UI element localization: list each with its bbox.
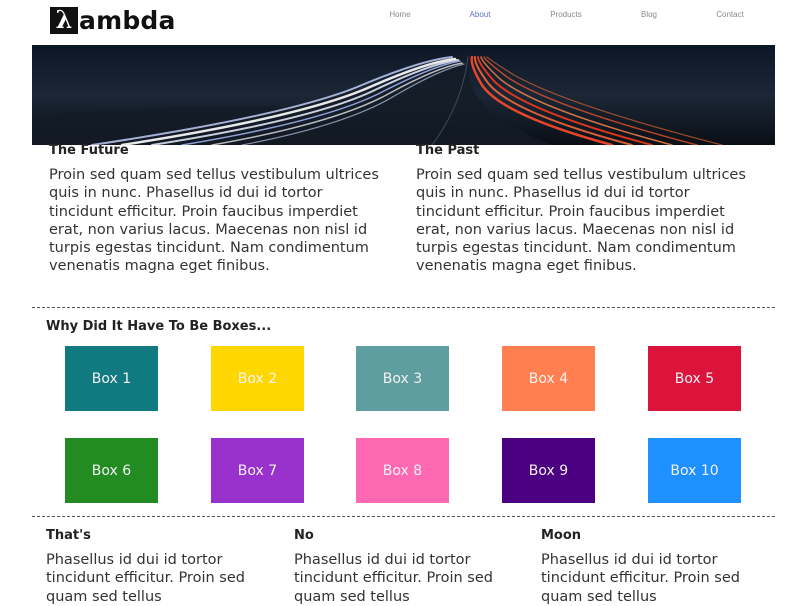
section-divider — [32, 307, 775, 308]
nav-link-products[interactable]: Products — [550, 10, 582, 19]
nav-link-about[interactable]: About — [470, 10, 491, 19]
site-header: λ ambda Home About Products Blog Contact — [0, 0, 800, 44]
nav-link-contact[interactable]: Contact — [716, 10, 744, 19]
box-7: Box 7 — [211, 438, 304, 503]
box-8: Box 8 — [356, 438, 449, 503]
box-3: Box 3 — [356, 346, 449, 411]
future-heading: The Future — [49, 143, 129, 158]
no-body-text: Phasellus id dui id tortor tincidunt eff… — [294, 552, 493, 605]
box-5: Box 5 — [648, 346, 741, 411]
thats-heading: That's — [46, 528, 91, 543]
box-2: Box 2 — [211, 346, 304, 411]
moon-body-text: Phasellus id dui id tortor tincidunt eff… — [541, 552, 740, 605]
no-heading: No — [294, 528, 314, 543]
hero-light-trails-graphic — [32, 45, 775, 145]
nav-link-blog[interactable]: Blog — [641, 10, 657, 19]
box-10: Box 10 — [648, 438, 741, 503]
hero-image — [32, 45, 775, 145]
box-6: Box 6 — [65, 438, 158, 503]
future-body-text: Proin sed quam sed tellus vestibulum ult… — [49, 167, 379, 275]
section-divider-2 — [32, 516, 775, 517]
moon-heading: Moon — [541, 528, 582, 543]
thats-body-text: Phasellus id dui id tortor tincidunt eff… — [46, 552, 245, 605]
box-9: Box 9 — [502, 438, 595, 503]
box-4: Box 4 — [502, 346, 595, 411]
main-nav: Home About Products Blog Contact — [0, 10, 800, 24]
box-1: Box 1 — [65, 346, 158, 411]
nav-link-home[interactable]: Home — [389, 10, 410, 19]
past-heading: The Past — [416, 143, 480, 158]
boxes-heading: Why Did It Have To Be Boxes... — [46, 319, 272, 334]
past-body-text: Proin sed quam sed tellus vestibulum ult… — [416, 167, 746, 275]
